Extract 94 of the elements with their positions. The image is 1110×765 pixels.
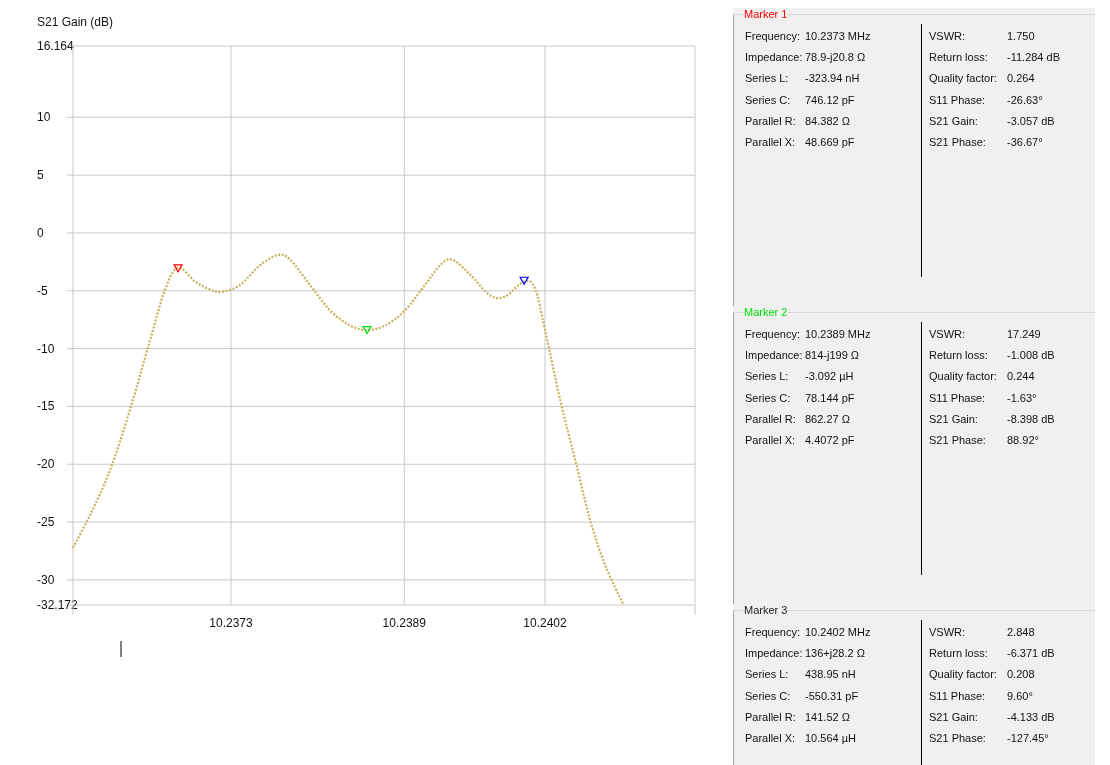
y-tick-label: -5 <box>37 283 48 298</box>
field-label: Parallel X: <box>745 433 797 448</box>
field-value: -26.63° <box>1007 93 1044 108</box>
field-label: S11 Phase: <box>929 689 987 704</box>
field-label: S21 Gain: <box>929 412 979 427</box>
field-value: -1.008 dB <box>1007 349 1056 364</box>
y-tick-label: -20 <box>37 457 55 472</box>
marker-triangle-icon[interactable] <box>361 325 373 335</box>
field-label: Quality factor: <box>929 370 998 385</box>
marker-title: Marker 3 <box>743 604 789 616</box>
field-value: 862.27 Ω <box>805 412 851 427</box>
field-label: Quality factor: <box>929 72 998 87</box>
marker-triangle-icon[interactable] <box>519 276 530 286</box>
field-label: VSWR: <box>929 328 967 342</box>
x-tick-label: 10.2389 <box>382 616 426 630</box>
field-value: -323.94 nH <box>805 72 861 87</box>
field-label: Frequency: <box>745 626 802 640</box>
field-value: 438.95 nH <box>805 668 857 683</box>
field-label: Series C: <box>745 689 792 704</box>
field-label: Return loss: <box>929 349 989 364</box>
field-label: Series L: <box>745 370 790 385</box>
field-label: Series C: <box>745 391 792 406</box>
field-value: 84.382 Ω <box>805 114 851 129</box>
field-value: 1.750 <box>1007 30 1036 44</box>
field-value: 78.144 pF <box>805 391 856 406</box>
marker-title: Marker 1 <box>743 8 789 20</box>
axis-title: S21 Gain (dB) <box>37 15 114 29</box>
field-label: Quality factor: <box>929 668 998 683</box>
field-value: 10.2389 MHz <box>805 328 872 342</box>
field-label: S21 Gain: <box>929 114 979 129</box>
field-value: 4.4072 pF <box>805 433 856 448</box>
y-tick-label: -30 <box>37 572 55 587</box>
field-value: 141.52 Ω <box>805 710 851 725</box>
field-label: S21 Phase: <box>929 731 987 746</box>
field-label: Parallel X: <box>745 731 797 746</box>
x-tick-label: 10.2373 <box>209 616 253 630</box>
field-label: S21 Phase: <box>929 135 987 150</box>
field-value: 10.2373 MHz <box>805 30 872 44</box>
field-value: -6.371 dB <box>1007 647 1056 662</box>
field-value: 2.848 <box>1007 626 1036 640</box>
field-label: Impedance: <box>745 647 804 662</box>
field-label: Series L: <box>745 72 790 87</box>
field-label: Series L: <box>745 668 790 683</box>
field-label: Frequency: <box>745 30 802 44</box>
field-value: 0.208 <box>1007 668 1036 683</box>
field-value: 136+j28.2 Ω <box>805 647 866 662</box>
field-value: -4.133 dB <box>1007 710 1056 725</box>
text-cursor <box>120 640 122 658</box>
field-value: 0.244 <box>1007 370 1036 385</box>
y-tick-label: -10 <box>37 341 55 356</box>
field-value: -3.057 dB <box>1007 114 1056 129</box>
field-value: 0.264 <box>1007 72 1036 87</box>
field-value: -127.45° <box>1007 731 1050 746</box>
field-label: Impedance: <box>745 349 804 364</box>
field-label: VSWR: <box>929 626 967 640</box>
field-value: 814-j199 Ω <box>805 349 861 364</box>
field-value: 17.249 <box>1007 328 1042 342</box>
field-value: 10.564 µH <box>805 731 857 746</box>
y-tick-label: -25 <box>37 515 55 530</box>
field-value: 746.12 pF <box>805 93 856 108</box>
field-value: 88.92° <box>1007 433 1040 448</box>
field-value: 78.9-j20.8 Ω <box>805 51 867 66</box>
field-label: Impedance: <box>745 51 804 66</box>
field-label: Parallel R: <box>745 710 797 725</box>
field-label: Parallel R: <box>745 114 797 129</box>
field-value: 48.669 pF <box>805 135 856 150</box>
field-label: S11 Phase: <box>929 93 987 108</box>
marker-triangle-icon[interactable] <box>173 264 184 273</box>
y-tick-label: 0 <box>37 225 44 240</box>
field-value: -36.67° <box>1007 135 1044 150</box>
field-value: 10.2402 MHz <box>805 626 872 640</box>
field-value: 9.60° <box>1007 689 1034 704</box>
y-tick-label: 16.164 <box>37 39 74 53</box>
marker-title: Marker 2 <box>743 306 789 318</box>
field-label: S21 Phase: <box>929 433 987 448</box>
y-tick-label: 5 <box>37 168 44 183</box>
field-label: Parallel X: <box>745 135 797 150</box>
y-tick-label: 10 <box>37 110 51 125</box>
field-label: S11 Phase: <box>929 391 987 406</box>
field-value: -8.398 dB <box>1007 412 1056 427</box>
field-label: Return loss: <box>929 647 989 662</box>
x-tick-label: 10.2402 <box>523 616 567 630</box>
field-value: -3.092 µH <box>805 370 855 385</box>
field-label: Return loss: <box>929 51 989 66</box>
field-label: Series C: <box>745 93 792 108</box>
field-value: -1.63° <box>1007 391 1038 406</box>
y-tick-label: -15 <box>37 399 55 414</box>
field-label: Parallel R: <box>745 412 797 427</box>
field-value: -550.31 pF <box>805 689 860 704</box>
field-label: VSWR: <box>929 30 967 44</box>
field-label: Frequency: <box>745 328 802 342</box>
y-tick-label: -32.172 <box>37 598 78 612</box>
field-label: S21 Gain: <box>929 710 979 725</box>
field-value: -11.284 dB <box>1007 51 1061 66</box>
